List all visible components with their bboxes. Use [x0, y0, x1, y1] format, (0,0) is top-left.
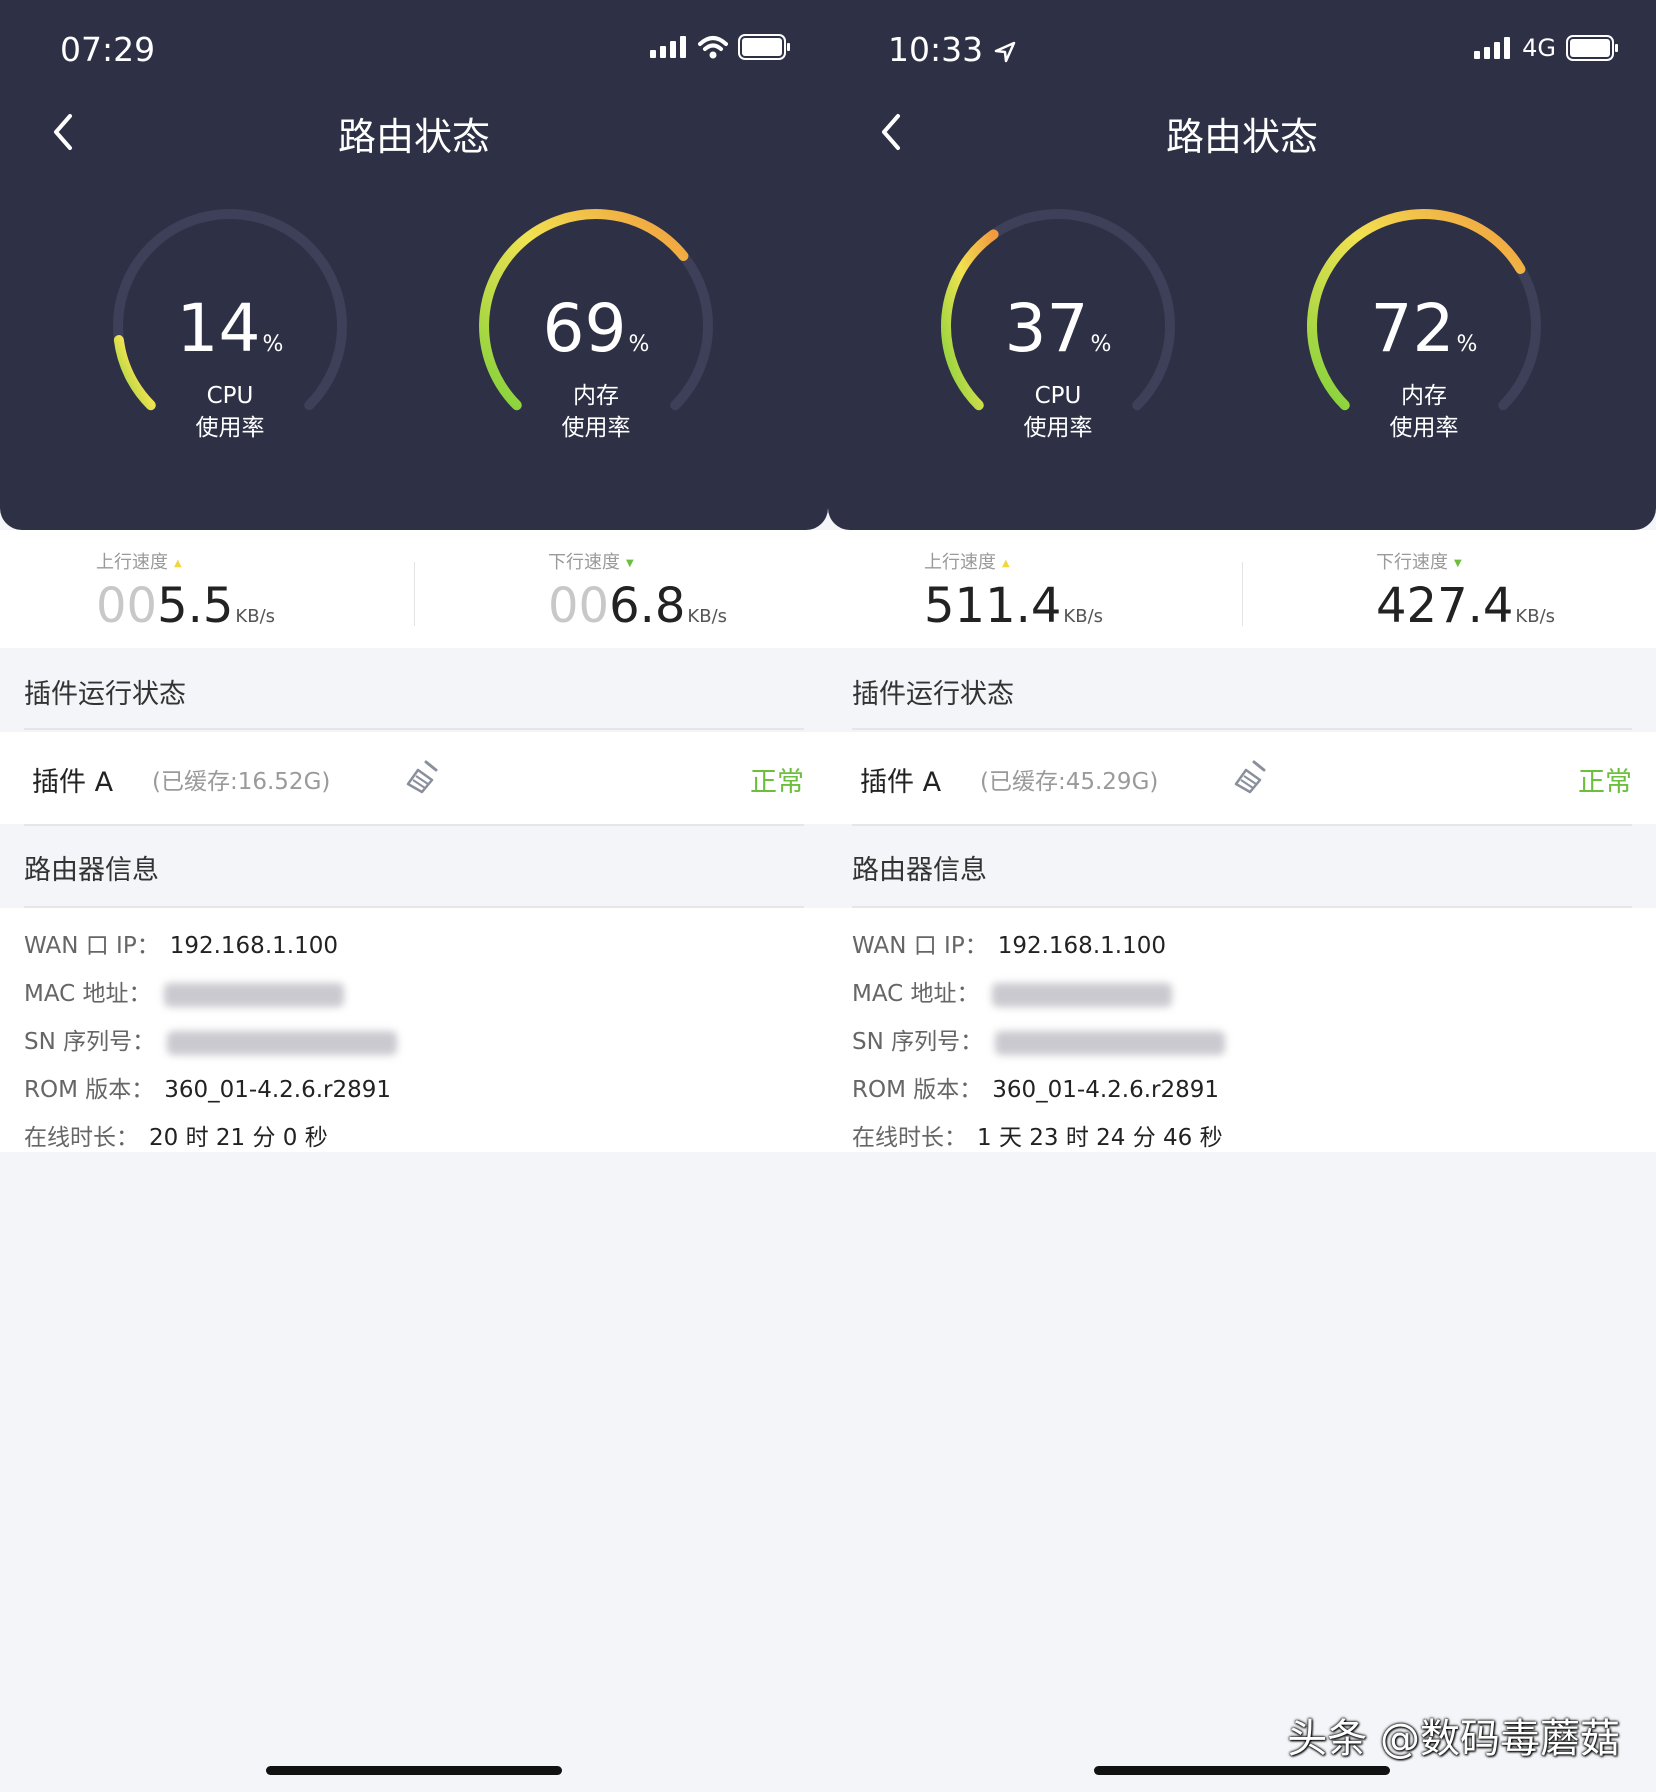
redacted-value — [163, 982, 344, 1007]
wifi-icon — [698, 36, 728, 59]
speed-panel: 上行速度 ▲ 005.5 KB/s 下行速度 ▼ 006.8 KB/s — [0, 530, 828, 648]
wan-ip-row: WAN 口 IP： 192.168.1.100 — [24, 933, 338, 959]
download-speed: 下行速度 ▼ 006.8 KB/s — [548, 552, 728, 634]
router-section-title: 路由器信息 — [852, 855, 987, 886]
plugin-row[interactable]: 插件 A (已缓存:45.29G) 正常 — [828, 732, 1656, 824]
status-time: 07:29 — [60, 30, 156, 69]
plugin-row[interactable]: 插件 A (已缓存:16.52G) 正常 — [0, 732, 828, 824]
memory-value: 72% — [1370, 290, 1478, 367]
redacted-value — [991, 982, 1172, 1007]
up-arrow-icon: ▲ — [1002, 557, 1010, 569]
header: 10:33 4G 路由状态 37% CPU 使用率 72% 内存 使用率 — [828, 0, 1656, 530]
plugin-status: 正常 — [1578, 767, 1632, 798]
plugin-status: 正常 — [750, 767, 804, 798]
divider — [24, 728, 804, 730]
memory-label: 内存 使用率 — [1389, 383, 1459, 441]
upload-speed: 上行速度 ▲ 511.4 KB/s — [924, 552, 1104, 634]
router-section-title: 路由器信息 — [24, 855, 159, 886]
speed-panel: 上行速度 ▲ 511.4 KB/s 下行速度 ▼ 427.4 KB/s — [828, 530, 1656, 648]
divider — [1242, 562, 1243, 626]
rom-row: ROM 版本： 360_01-4.2.6.r2891 — [24, 1077, 392, 1103]
mac-row: MAC 地址： — [24, 974, 344, 1008]
rom-row: ROM 版本： 360_01-4.2.6.r2891 — [852, 1077, 1220, 1103]
signal-icon — [1474, 37, 1511, 59]
uptime-row: 在线时长： 20 时 21 分 0 秒 — [24, 1125, 328, 1151]
status-icons: 4G — [1474, 34, 1620, 62]
home-indicator[interactable] — [266, 1766, 562, 1775]
status-icons — [650, 34, 792, 60]
plugin-cache: (已缓存:45.29G) — [980, 769, 1159, 795]
plugin-section-title: 插件运行状态 — [24, 679, 186, 710]
uptime-row: 在线时长： 1 天 23 时 24 分 46 秒 — [852, 1125, 1223, 1151]
divider — [852, 824, 1632, 826]
redacted-value — [995, 1030, 1226, 1055]
plugin-name: 插件 A — [32, 767, 114, 798]
broom-clean-icon[interactable] — [1232, 760, 1268, 794]
phone-screen-left: 07:29 路由状态 14% CPU 使用率 69% 内存 使用率 上行速度 ▲… — [0, 0, 828, 1792]
home-indicator[interactable] — [1094, 1766, 1390, 1775]
watermark: 头条 @数码毒蘑菇 — [1287, 1716, 1620, 1762]
location-arrow-icon — [994, 41, 1015, 62]
page-title: 路由状态 — [337, 115, 490, 159]
network-type: 4G — [1522, 34, 1556, 62]
header: 07:29 路由状态 14% CPU 使用率 69% 内存 使用率 — [0, 0, 828, 530]
down-arrow-icon: ▼ — [626, 557, 634, 569]
mac-row: MAC 地址： — [852, 974, 1172, 1008]
battery-icon — [1566, 35, 1618, 61]
up-arrow-icon: ▲ — [174, 557, 182, 569]
divider — [24, 824, 804, 826]
plugin-name: 插件 A — [860, 767, 942, 798]
plugin-cache: (已缓存:16.52G) — [152, 769, 331, 795]
memory-gauge: 72% 内存 使用率 — [1294, 196, 1554, 456]
divider — [852, 728, 1632, 730]
memory-gauge: 69% 内存 使用率 — [466, 196, 726, 456]
download-speed: 下行速度 ▼ 427.4 KB/s — [1376, 552, 1556, 634]
divider — [414, 562, 415, 626]
page-title: 路由状态 — [1165, 115, 1318, 159]
cpu-value: 14% — [176, 290, 284, 367]
cpu-label: CPU 使用率 — [1023, 383, 1093, 441]
broom-clean-icon[interactable] — [404, 760, 440, 794]
plugin-section-title: 插件运行状态 — [852, 679, 1014, 710]
upload-speed: 上行速度 ▲ 005.5 KB/s — [96, 552, 276, 634]
cpu-label: CPU 使用率 — [195, 383, 265, 441]
sn-row: SN 序列号： — [24, 1022, 398, 1056]
cpu-gauge: 14% CPU 使用率 — [100, 196, 360, 456]
status-time: 10:33 — [888, 30, 1016, 69]
memory-value: 69% — [542, 290, 650, 367]
battery-icon — [738, 34, 790, 60]
router-info: WAN 口 IP： 192.168.1.100 MAC 地址： SN 序列号： R… — [0, 908, 828, 1152]
wan-ip-row: WAN 口 IP： 192.168.1.100 — [852, 933, 1166, 959]
down-arrow-icon: ▼ — [1454, 557, 1462, 569]
memory-label: 内存 使用率 — [561, 383, 631, 441]
cpu-value: 37% — [1004, 290, 1112, 367]
phone-screen-right: 10:33 4G 路由状态 37% CPU 使用率 72% 内存 使用率 上行速… — [828, 0, 1656, 1792]
router-info: WAN 口 IP： 192.168.1.100 MAC 地址： SN 序列号： R… — [828, 908, 1656, 1152]
redacted-value — [167, 1030, 398, 1055]
sn-row: SN 序列号： — [852, 1022, 1226, 1056]
signal-icon — [650, 36, 686, 58]
cpu-gauge: 37% CPU 使用率 — [928, 196, 1188, 456]
